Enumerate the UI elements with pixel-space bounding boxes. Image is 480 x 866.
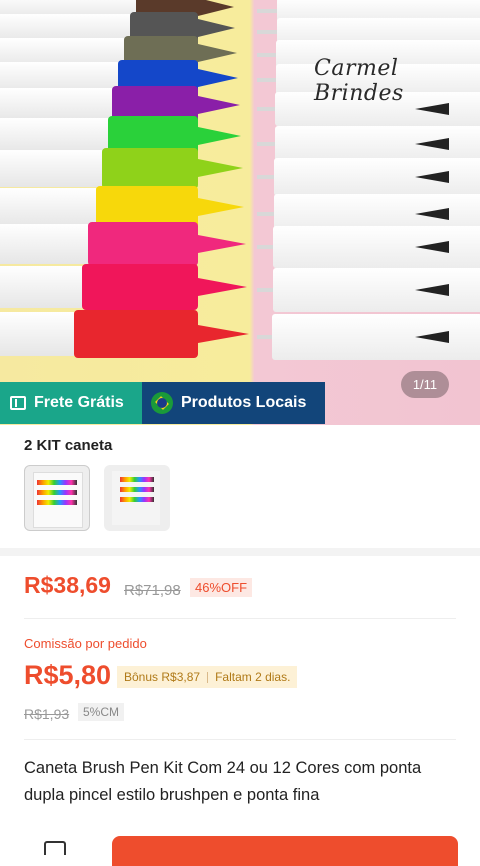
truck-icon [10,396,26,410]
current-price: R$38,69 [24,572,111,598]
marker-pen [0,186,250,229]
marker-pen [0,264,250,311]
original-commission: R$1,93 [24,706,70,722]
commission-label: Comissão por pedido [24,636,147,651]
watermark: Carmel Brindes [314,56,404,106]
bonus-remaining: Faltam 2 dias. [215,670,291,684]
variant-title: 2 KIT caneta [24,437,113,454]
marker-pen [0,310,250,358]
fine-tip-pen [255,226,480,268]
bonus-amount: Bônus R$3,87 [124,670,201,684]
fine-tip-pen [255,314,480,360]
variant-thumbnail-1[interactable] [24,465,90,531]
commission-value: R$5,80 [24,660,112,690]
divider [24,739,456,740]
fine-tip-pen [255,126,480,162]
free-shipping-label: Frete Grátis [34,394,124,411]
original-price: R$71,98 [124,582,181,599]
divider [24,618,456,619]
product-title: Caneta Brush Pen Kit Com 24 ou 12 Cores … [24,759,422,804]
variant-thumbnail-2[interactable] [104,465,170,531]
image-counter: 1/11 [401,371,449,398]
discount-badge: 46%OFF [190,578,253,597]
marker-pen [0,148,250,189]
section-separator [0,548,480,556]
fine-tip-pen [255,268,480,312]
buy-button[interactable] [112,836,458,866]
bonus-badge: Bônus R$3,87 Faltam 2 dias. [117,666,298,688]
commission-rate-badge: 5%CM [78,703,125,721]
local-products-badge: Produtos Locais [142,382,325,424]
brazil-flag-icon [151,392,173,414]
marker-pen [0,222,250,267]
local-products-label: Produtos Locais [181,394,307,411]
shop-icon[interactable] [44,841,66,855]
product-image-carousel[interactable]: Carmel Brindes 1/11 [0,0,480,425]
free-shipping-badge: Frete Grátis [0,382,142,424]
fine-tip-pen [255,158,480,196]
